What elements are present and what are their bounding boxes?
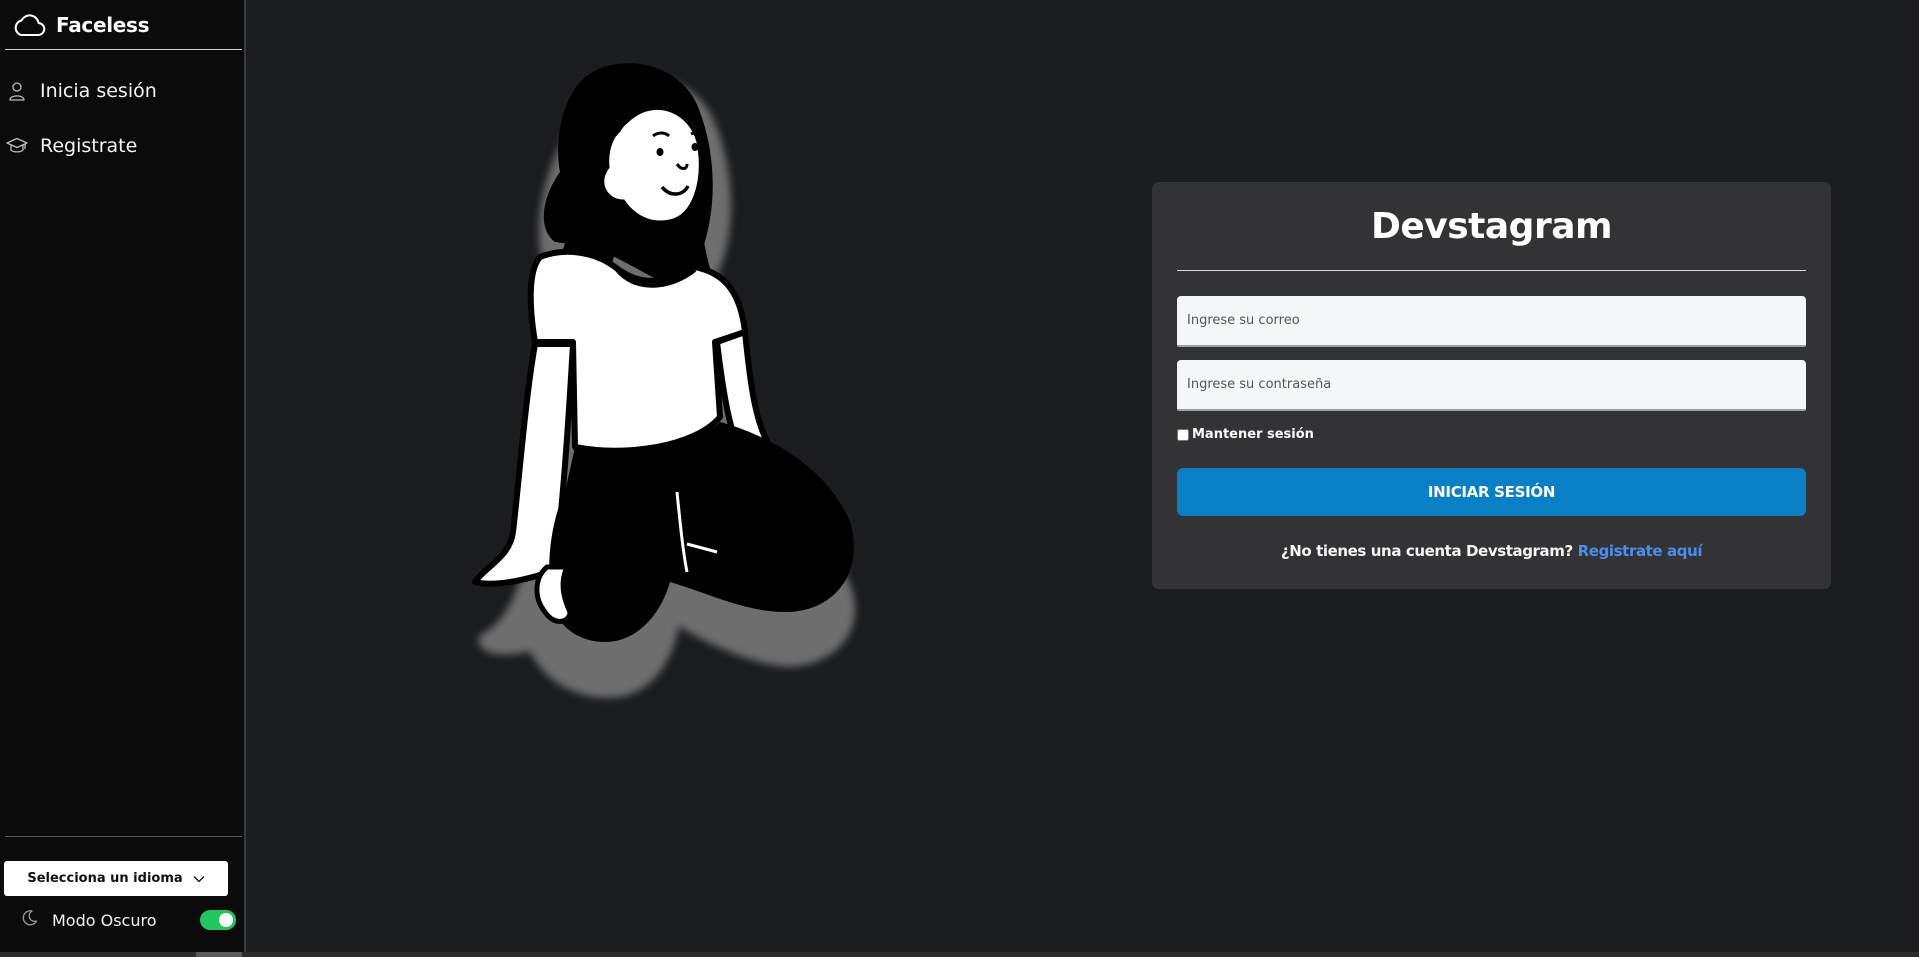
sidebar-item-register-label: Registrate (40, 135, 138, 157)
login-title: Devstagram (1370, 206, 1613, 247)
dark-mode-toggle[interactable] (200, 910, 236, 930)
language-select[interactable]: Selecciona un idioma (4, 861, 228, 896)
signup-prompt: ¿No tienes una cuenta Devstagram? (1280, 542, 1573, 560)
login-button[interactable]: INICIAR SESIÓN (1177, 468, 1806, 516)
toggle-knob (219, 913, 233, 927)
dark-mode-label: Modo Oscuro (52, 910, 157, 930)
app-root: Faceless Inicia sesión Registrate Selecc… (0, 0, 1919, 957)
remember-session[interactable]: Mantener sesión (1177, 427, 1314, 442)
dark-mode-row: Modo Oscuro (20, 906, 236, 934)
email-input[interactable] (1177, 296, 1806, 347)
moon-icon (20, 909, 38, 931)
cloud-icon (12, 12, 46, 38)
sidebar-item-login[interactable]: Inicia sesión (6, 76, 157, 106)
signup-prompt-line: ¿No tienes una cuenta Devstagram? Regist… (1152, 542, 1831, 560)
remember-session-checkbox[interactable] (1177, 428, 1189, 441)
hero-illustration (455, 52, 935, 732)
sidebar-item-register[interactable]: Registrate (6, 131, 137, 161)
signup-link[interactable]: Registrate aquí (1578, 542, 1703, 560)
password-input[interactable] (1177, 360, 1806, 411)
login-title-divider (1177, 270, 1806, 271)
sidebar-item-login-label: Inicia sesión (40, 80, 157, 102)
graduation-cap-icon (6, 135, 28, 157)
language-select-label: Selecciona un idioma (27, 871, 183, 886)
chevron-down-icon (193, 875, 205, 883)
remember-session-label: Mantener sesión (1192, 427, 1314, 442)
horizontal-scrollbar[interactable] (0, 952, 1919, 957)
sidebar: Faceless Inicia sesión Registrate Selecc… (0, 0, 246, 957)
user-icon (6, 80, 28, 102)
login-card: Devstagram Mantener sesión INICIAR SESIÓ… (1152, 182, 1831, 589)
brand-name: Faceless (56, 13, 150, 37)
brand[interactable]: Faceless (12, 8, 150, 42)
scrollbar-thumb[interactable] (196, 952, 242, 957)
brand-divider (5, 49, 242, 50)
sidebar-bottom-divider (5, 836, 242, 837)
